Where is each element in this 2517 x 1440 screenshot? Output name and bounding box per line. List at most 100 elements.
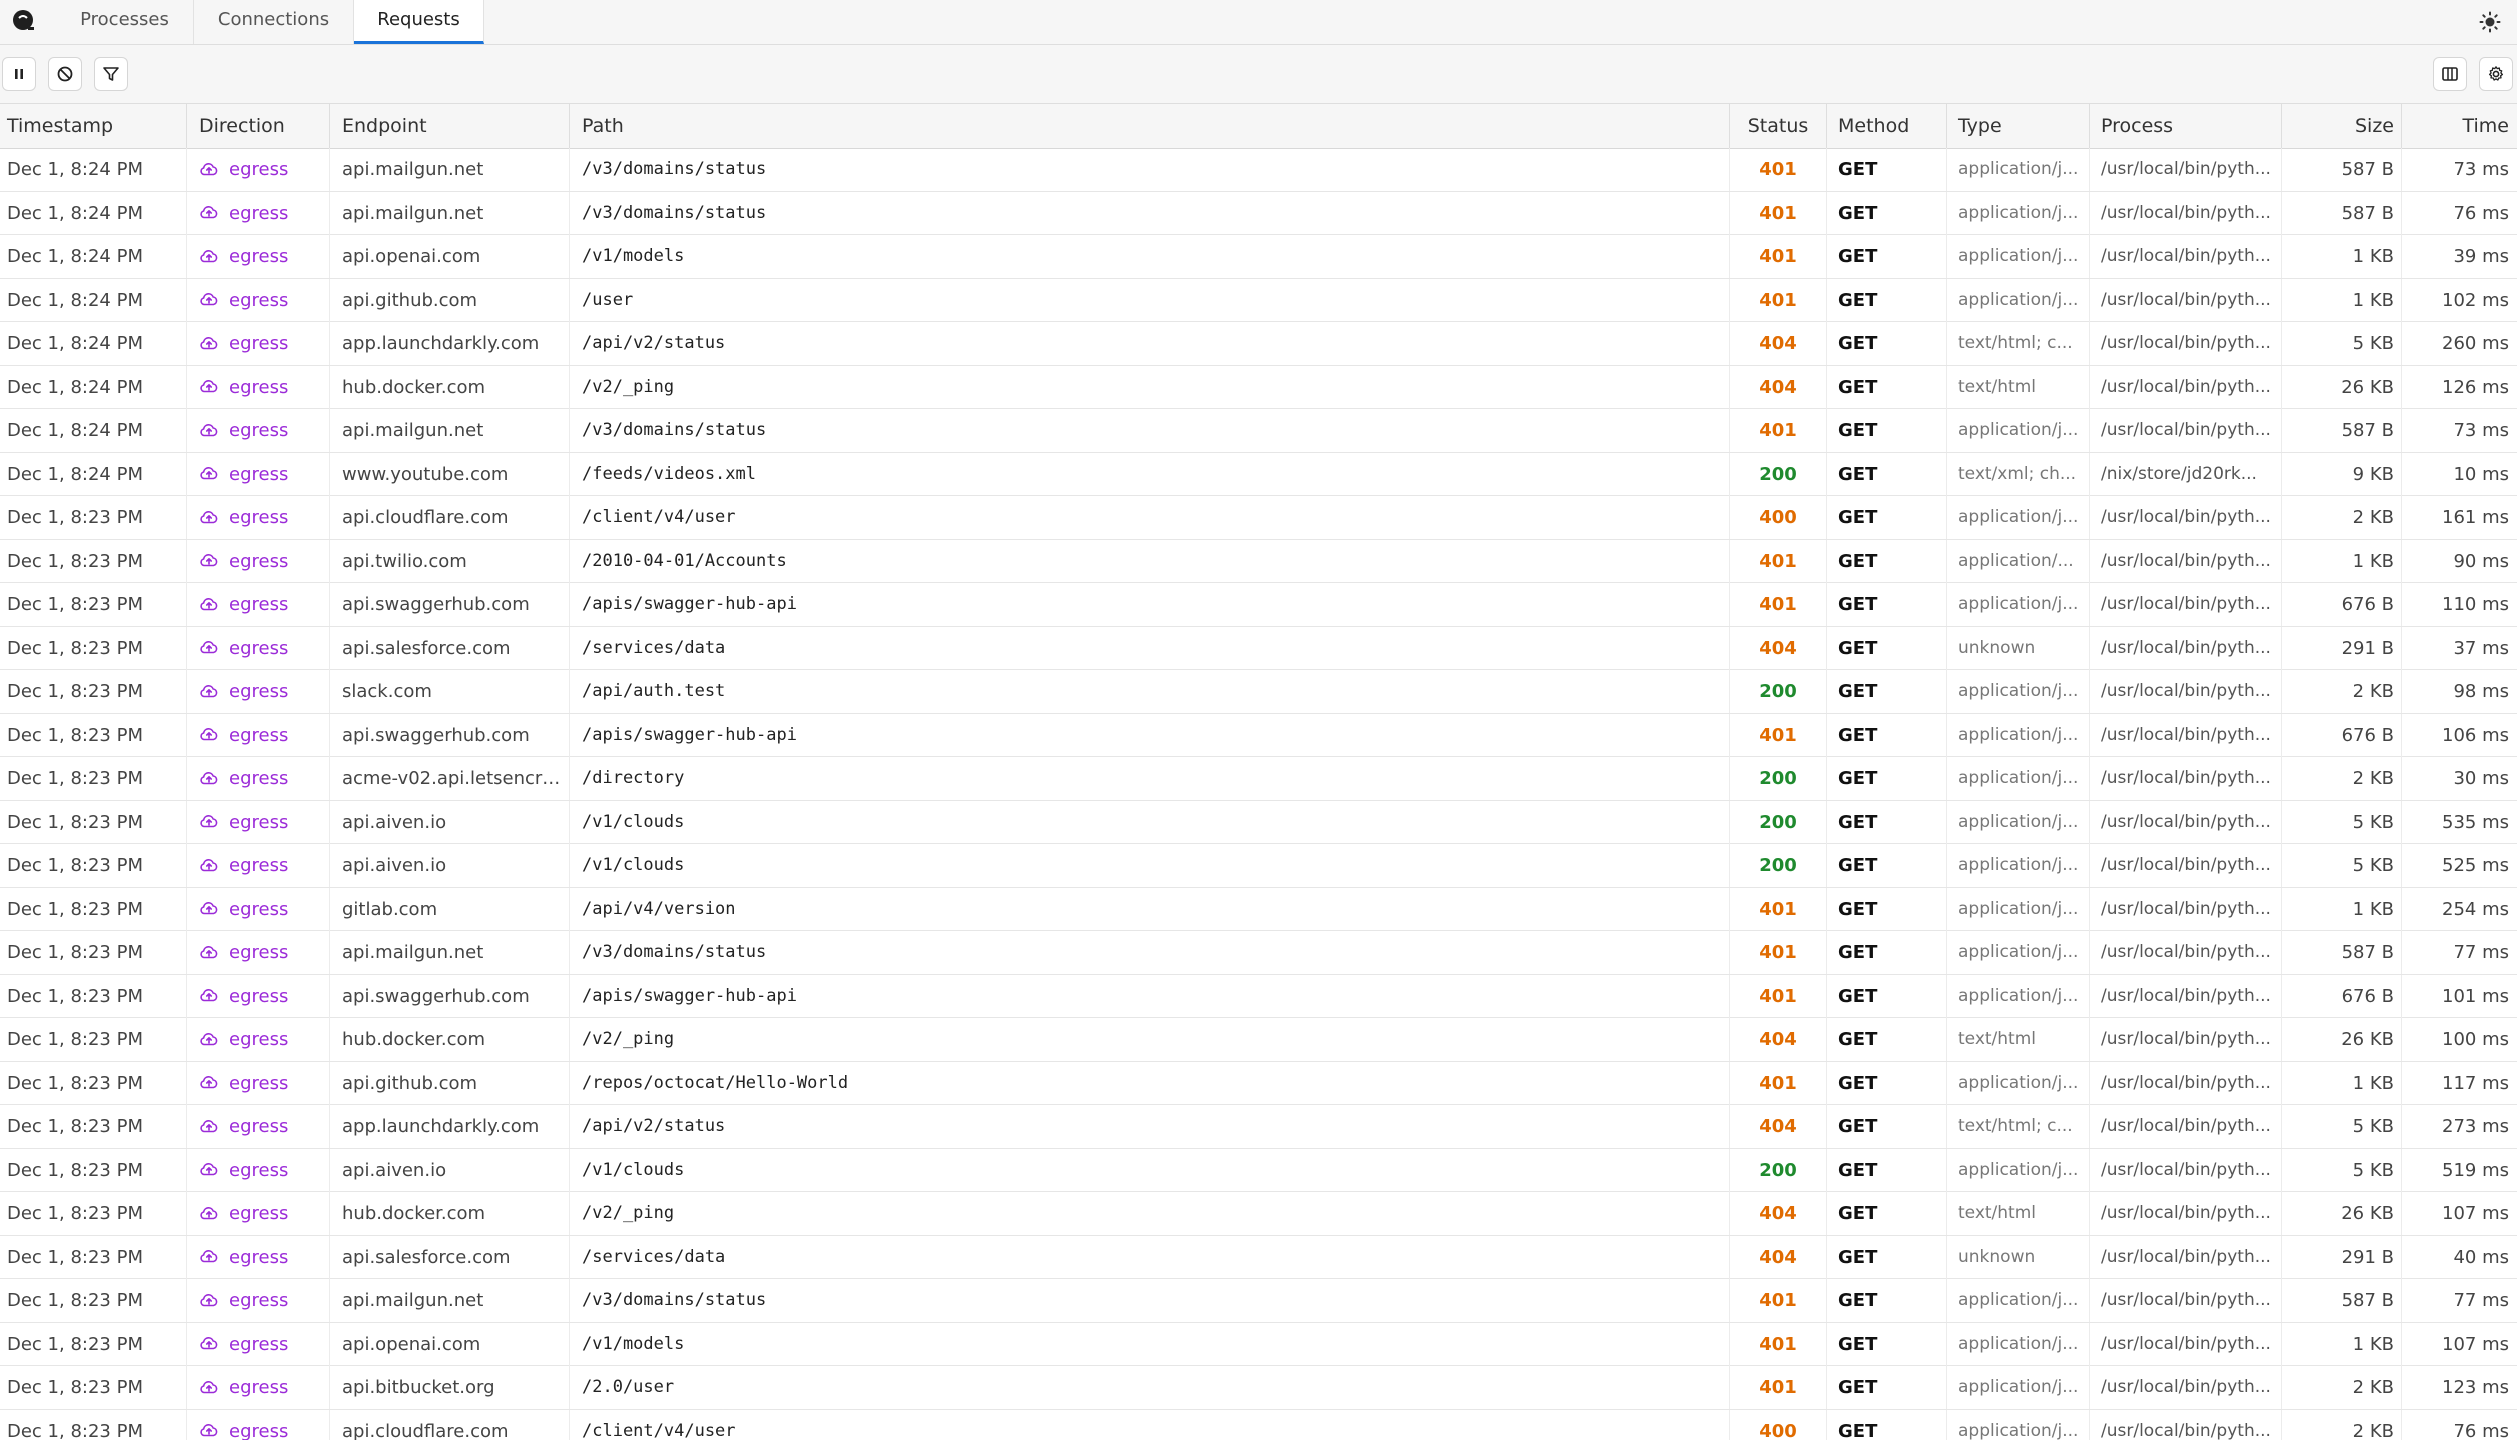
table-row[interactable]: Dec 1, 8:23 PM egress api.swaggerhub.com/a… xyxy=(0,974,2517,1018)
process-cell: /usr/local/bin/pyth... xyxy=(2090,931,2282,974)
table-row[interactable]: Dec 1, 8:23 PM egress api.salesforce.com/s… xyxy=(0,626,2517,670)
upload-cloud-icon xyxy=(200,989,218,1002)
table-row[interactable]: Dec 1, 8:23 PM egress hub.docker.com/v2/_p… xyxy=(0,1192,2517,1236)
status-cell: 401 xyxy=(1730,235,1827,278)
upload-cloud-icon xyxy=(200,293,218,306)
theme-toggle-button[interactable] xyxy=(2477,9,2503,35)
column-header-endpoint[interactable]: Endpoint xyxy=(330,104,570,148)
process-cell: /usr/local/bin/pyth... xyxy=(2090,496,2282,539)
column-header-direction[interactable]: Direction xyxy=(187,104,330,148)
table-row[interactable]: Dec 1, 8:23 PM egress api.openai.com/v1/mo… xyxy=(0,1322,2517,1366)
timestamp-cell: Dec 1, 8:23 PM xyxy=(0,713,187,757)
process-cell: /usr/local/bin/pyth... xyxy=(2090,235,2282,278)
table-row[interactable]: Dec 1, 8:24 PM egress api.mailgun.net/v3/d… xyxy=(0,148,2517,192)
time-cell: 260 ms xyxy=(2442,333,2509,354)
endpoint-cell: api.cloudflare.com xyxy=(330,1409,570,1440)
endpoint-cell: api.bitbucket.org xyxy=(330,1366,570,1409)
table-row[interactable]: Dec 1, 8:23 PM egress api.aiven.io/v1/clou… xyxy=(0,1148,2517,1192)
columns-button[interactable] xyxy=(2433,57,2467,91)
size-cell: 2 KB xyxy=(2282,757,2402,800)
endpoint-cell: slack.com xyxy=(330,670,570,713)
column-header-timestamp[interactable]: Timestamp xyxy=(0,104,187,148)
tab-requests[interactable]: Requests xyxy=(354,0,484,44)
table-row[interactable]: Dec 1, 8:23 PM egress api.github.com/repos… xyxy=(0,1061,2517,1105)
table-row[interactable]: Dec 1, 8:23 PM egress api.swaggerhub.com/a… xyxy=(0,583,2517,627)
time-cell: 76 ms xyxy=(2453,202,2509,224)
endpoint-cell: api.aiven.io xyxy=(330,800,570,844)
direction-label: egress xyxy=(229,1246,289,1268)
status-cell: 404 xyxy=(1730,1018,1827,1061)
tab-connections[interactable]: Connections xyxy=(194,0,354,44)
timestamp-cell: Dec 1, 8:23 PM xyxy=(0,931,187,974)
table-row[interactable]: Dec 1, 8:23 PM egress slack.com/api/auth.t… xyxy=(0,670,2517,714)
table-row[interactable]: Dec 1, 8:23 PM egress acme-v02.api.letsenc… xyxy=(0,757,2517,801)
clear-button[interactable] xyxy=(48,57,82,91)
time-cell: 535 ms xyxy=(2442,811,2509,833)
app-logo-icon[interactable] xyxy=(10,7,38,35)
table-row[interactable]: Dec 1, 8:24 PM egress api.github.com/user 4… xyxy=(0,278,2517,322)
column-header-method[interactable]: Method xyxy=(1827,104,1947,148)
endpoint-cell: hub.docker.com xyxy=(330,365,570,409)
table-row[interactable]: Dec 1, 8:24 PM egress www.youtube.com/feed… xyxy=(0,452,2517,496)
table-row[interactable]: Dec 1, 8:24 PM egress api.mailgun.net/v3/d… xyxy=(0,191,2517,235)
filter-button[interactable] xyxy=(94,57,128,91)
table-row[interactable]: Dec 1, 8:23 PM egress api.aiven.io/v1/clou… xyxy=(0,800,2517,844)
time-cell: 98 ms xyxy=(2453,681,2509,702)
column-header-time[interactable]: Time xyxy=(2402,104,2517,148)
column-header-process[interactable]: Process xyxy=(2090,104,2282,148)
pause-button[interactable] xyxy=(2,57,36,91)
timestamp-cell: Dec 1, 8:24 PM xyxy=(0,278,187,322)
sun-icon xyxy=(2479,11,2501,33)
direction-cell: egress xyxy=(187,887,330,931)
table-row[interactable]: Dec 1, 8:23 PM egress api.mailgun.net/v3/d… xyxy=(0,931,2517,975)
endpoint-cell: api.aiven.io xyxy=(330,844,570,887)
endpoint-cell: api.aiven.io xyxy=(330,1148,570,1192)
size-cell: 5 KB xyxy=(2282,1105,2402,1148)
direction-cell: egress xyxy=(187,757,330,800)
pause-icon xyxy=(15,69,23,79)
method-cell: GET xyxy=(1827,148,1947,191)
table-row[interactable]: Dec 1, 8:23 PM egress hub.docker.com/v2/_p… xyxy=(0,1018,2517,1062)
process-cell: /usr/local/bin/pyth... xyxy=(2090,148,2282,191)
method-cell: GET xyxy=(1827,583,1947,626)
status-cell: 401 xyxy=(1730,409,1827,452)
timestamp-cell: Dec 1, 8:24 PM xyxy=(0,148,187,191)
column-header-status[interactable]: Status xyxy=(1730,104,1827,148)
table-row[interactable]: Dec 1, 8:23 PM egress api.swaggerhub.com/a… xyxy=(0,713,2517,757)
process-cell: /usr/local/bin/pyth... xyxy=(2090,1322,2282,1366)
table-row[interactable]: Dec 1, 8:23 PM egress api.salesforce.com/s… xyxy=(0,1235,2517,1279)
endpoint-cell: api.github.com xyxy=(330,278,570,322)
settings-button[interactable] xyxy=(2479,57,2513,91)
size-cell: 1 KB xyxy=(2282,887,2402,931)
table-row[interactable]: Dec 1, 8:23 PM egress api.cloudflare.com/c… xyxy=(0,1409,2517,1440)
column-header-size[interactable]: Size xyxy=(2282,104,2402,148)
top-tab-bar: Processes Connections Requests xyxy=(0,0,2517,45)
table-row[interactable]: Dec 1, 8:23 PM egress api.cloudflare.com/c… xyxy=(0,496,2517,540)
table-row[interactable]: Dec 1, 8:23 PM egress app.launchdarkly.com… xyxy=(0,1105,2517,1149)
upload-cloud-icon xyxy=(200,162,218,175)
table-row[interactable]: Dec 1, 8:24 PM egress api.mailgun.net/v3/d… xyxy=(0,409,2517,453)
direction-label: egress xyxy=(229,159,289,180)
upload-cloud-icon xyxy=(200,815,218,828)
table-row[interactable]: Dec 1, 8:23 PM egress api.bitbucket.org/2.… xyxy=(0,1366,2517,1410)
column-header-path[interactable]: Path xyxy=(570,104,1730,148)
direction-cell: egress xyxy=(187,713,330,757)
direction-label: egress xyxy=(229,681,289,702)
upload-cloud-icon xyxy=(200,858,218,871)
table-header: Timestamp Direction Endpoint Path Status… xyxy=(0,104,2517,149)
table-row[interactable]: Dec 1, 8:24 PM egress api.openai.com/v1/mo… xyxy=(0,235,2517,279)
path-cell: /user xyxy=(570,278,1730,322)
direction-cell: egress xyxy=(187,1105,330,1148)
endpoint-cell: api.swaggerhub.com xyxy=(330,713,570,757)
table-row[interactable]: Dec 1, 8:23 PM egress api.mailgun.net/v3/d… xyxy=(0,1279,2517,1323)
table-row[interactable]: Dec 1, 8:24 PM egress app.launchdarkly.com… xyxy=(0,322,2517,366)
column-header-type[interactable]: Type xyxy=(1947,104,2090,148)
direction-cell: egress xyxy=(187,1148,330,1192)
direction-label: egress xyxy=(229,420,289,441)
table-row[interactable]: Dec 1, 8:23 PM egress api.aiven.io/v1/clou… xyxy=(0,844,2517,888)
table-row[interactable]: Dec 1, 8:23 PM egress api.twilio.com/2010-… xyxy=(0,539,2517,583)
table-row[interactable]: Dec 1, 8:23 PM egress gitlab.com/api/v4/ve… xyxy=(0,887,2517,931)
tab-processes[interactable]: Processes xyxy=(56,0,194,44)
size-cell: 1 KB xyxy=(2282,1061,2402,1105)
table-row[interactable]: Dec 1, 8:24 PM egress hub.docker.com/v2/_p… xyxy=(0,365,2517,409)
